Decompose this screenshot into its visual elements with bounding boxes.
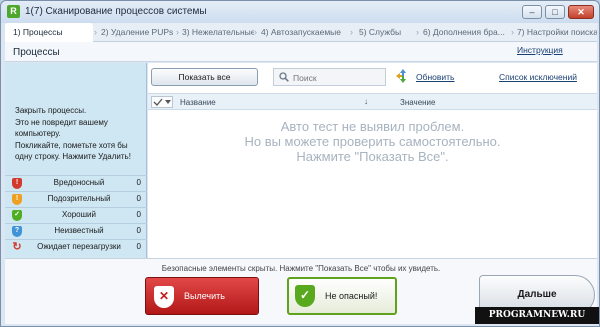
main-panel: Показать все Обновить Список исключений … xyxy=(148,63,597,258)
orange-shield-icon: ! xyxy=(12,194,22,205)
category-good[interactable]: ✓ Хороший 0 xyxy=(5,207,147,222)
blue-shield-icon: ? xyxy=(12,226,22,237)
step-4-autorun[interactable]: 4) Автозапускаемые xyxy=(261,23,345,42)
category-unknown[interactable]: ? Неизвестный 0 xyxy=(5,223,147,238)
table-header: Название ↓ Значение xyxy=(148,93,597,110)
category-label: Подозрительный xyxy=(47,194,111,203)
empty-message-line-1: Авто тест не выявил проблем. xyxy=(280,119,465,134)
category-count: 0 xyxy=(136,210,141,219)
search-icon xyxy=(279,72,289,82)
step-3-unwanted[interactable]: 3) Нежелательные xyxy=(182,23,254,42)
red-shield-icon: ! xyxy=(12,178,22,189)
main-window: R 1(7) Сканирование процессов системы – … xyxy=(0,0,600,327)
show-all-button[interactable]: Показать все xyxy=(151,68,258,86)
window-title: 1(7) Сканирование процессов системы xyxy=(25,6,207,17)
empty-state-message: Авто тест не выявил проблем. Но вы может… xyxy=(148,119,597,164)
category-count: 0 xyxy=(136,194,141,203)
minimize-button[interactable]: – xyxy=(522,5,542,19)
category-count: 0 xyxy=(136,226,141,235)
refresh-icon[interactable] xyxy=(396,69,410,83)
category-label: Хороший xyxy=(62,210,96,219)
section-header: Процессы Инструкция xyxy=(5,42,597,62)
watermark-logo: PROGRAMNEW.RU xyxy=(475,307,599,324)
category-pending-reboot[interactable]: ↻ Ожидает перезагрузки 0 xyxy=(5,239,147,254)
cure-button[interactable]: ✕ Вылечить xyxy=(145,277,259,315)
select-all-checkbox[interactable] xyxy=(151,96,173,108)
restart-icon: ↻ xyxy=(12,241,22,253)
category-malicious[interactable]: ! Вредоносный 0 xyxy=(5,175,147,190)
category-suspicious[interactable]: ! Подозрительный 0 xyxy=(5,191,147,206)
search-box[interactable] xyxy=(273,68,386,86)
category-count: 0 xyxy=(136,242,141,251)
category-count: 0 xyxy=(136,178,141,187)
green-shield-check-icon: ✓ xyxy=(295,285,315,307)
green-shield-icon: ✓ xyxy=(12,210,22,221)
empty-message-line-2: Но вы можете проверить самостоятельно. xyxy=(244,134,501,149)
cure-button-label: Вылечить xyxy=(184,291,225,301)
section-title: Процессы xyxy=(13,47,60,58)
step-2-pups[interactable]: 2) Удаление PUPs xyxy=(101,23,175,42)
empty-message-line-3: Нажмите "Показать Все". xyxy=(296,149,449,164)
close-button[interactable]: ✕ xyxy=(568,5,594,19)
column-value-header[interactable]: Значение xyxy=(400,98,435,107)
step-1-processes[interactable]: 1) Процессы xyxy=(5,23,93,42)
column-name-header[interactable]: Название xyxy=(180,98,216,107)
check-dropdown-icon xyxy=(153,98,171,106)
step-7-search-settings[interactable]: 7) Настройки поиска xyxy=(517,23,597,42)
category-label: Неизвестный xyxy=(54,226,104,235)
not-dangerous-button-label: Не опасный! xyxy=(325,291,378,301)
category-label: Вредоносный xyxy=(53,178,105,187)
instructions-link[interactable]: Инструкция xyxy=(517,45,563,55)
step-separator-icon: › xyxy=(350,27,353,37)
app-logo-icon: R xyxy=(7,5,20,18)
search-input[interactable] xyxy=(293,71,383,84)
sidebar-message-text: Закрыть процессы. Это не повредит вашему… xyxy=(15,106,131,161)
exclusions-list-link[interactable]: Список исключений xyxy=(499,72,577,82)
step-5-services[interactable]: 5) Службы xyxy=(359,23,415,42)
step-6-browser-addons[interactable]: 6) Дополнения бра... xyxy=(423,23,513,42)
category-label: Ожидает перезагрузки xyxy=(37,242,121,251)
sidebar: Закрыть процессы. Это не повредит вашему… xyxy=(5,63,147,258)
maximize-button[interactable]: □ xyxy=(545,5,565,19)
hidden-items-note: Безопасные элементы скрыты. Нажмите "Пок… xyxy=(161,264,441,273)
sidebar-message: Закрыть процессы. Это не повредит вашему… xyxy=(15,105,143,163)
refresh-link[interactable]: Обновить xyxy=(416,72,455,82)
not-dangerous-button[interactable]: ✓ Не опасный! xyxy=(287,277,397,315)
wizard-steps: 1) Процессы › 2) Удаление PUPs › 3) Неже… xyxy=(5,23,597,42)
sort-arrow-icon[interactable]: ↓ xyxy=(364,97,368,106)
title-bar[interactable]: R 1(7) Сканирование процессов системы – … xyxy=(1,1,599,23)
red-shield-x-icon: ✕ xyxy=(154,286,174,308)
